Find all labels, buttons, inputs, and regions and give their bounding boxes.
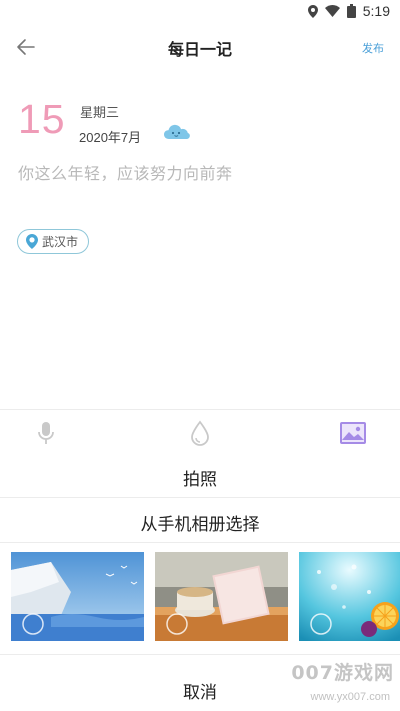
day-number: 15 <box>18 96 66 142</box>
status-time: 5:19 <box>362 3 390 19</box>
cafe-notebook-photo[interactable] <box>155 552 288 641</box>
battery-icon <box>346 4 356 18</box>
editor-toolbar <box>0 409 400 455</box>
status-bar: 5:19 <box>0 0 400 24</box>
publish-button[interactable]: 发布 <box>362 40 384 56</box>
take-photo-option[interactable]: 拍照 <box>0 465 400 490</box>
watermark-logo: 007游戏网 <box>291 662 394 684</box>
microphone-icon[interactable] <box>32 419 60 447</box>
image-icon[interactable] <box>339 419 367 447</box>
year-month-label[interactable]: 2020年7月 <box>79 127 141 146</box>
water-drop-icon[interactable] <box>186 419 214 447</box>
underwater-fruit-photo[interactable] <box>299 552 400 641</box>
location-tag[interactable]: 武汉市 <box>17 229 90 254</box>
divider <box>0 497 400 498</box>
page-title: 每日一记 <box>167 40 232 59</box>
divider <box>0 542 400 543</box>
top-bar: 每日一记 发布 <box>0 24 400 70</box>
diary-text[interactable]: 你这么年轻，应该努力向前奔 <box>18 160 233 184</box>
location-label: 武汉市 <box>42 235 79 249</box>
location-icon <box>307 4 318 18</box>
choose-from-album-option[interactable]: 从手机相册选择 <box>0 510 400 535</box>
anime-sky-sea-photo[interactable] <box>11 552 144 641</box>
weekday-label: 星期三 <box>80 106 120 121</box>
location-pin-icon <box>26 234 38 249</box>
bottom-panel: 拍照 从手机相册选择 取消 007游戏网 www.yx007.com <box>0 409 400 711</box>
wifi-icon <box>324 5 340 17</box>
divider <box>0 654 400 655</box>
cloud-icon[interactable] <box>163 122 191 142</box>
watermark-url: www.yx007.com <box>310 691 390 703</box>
